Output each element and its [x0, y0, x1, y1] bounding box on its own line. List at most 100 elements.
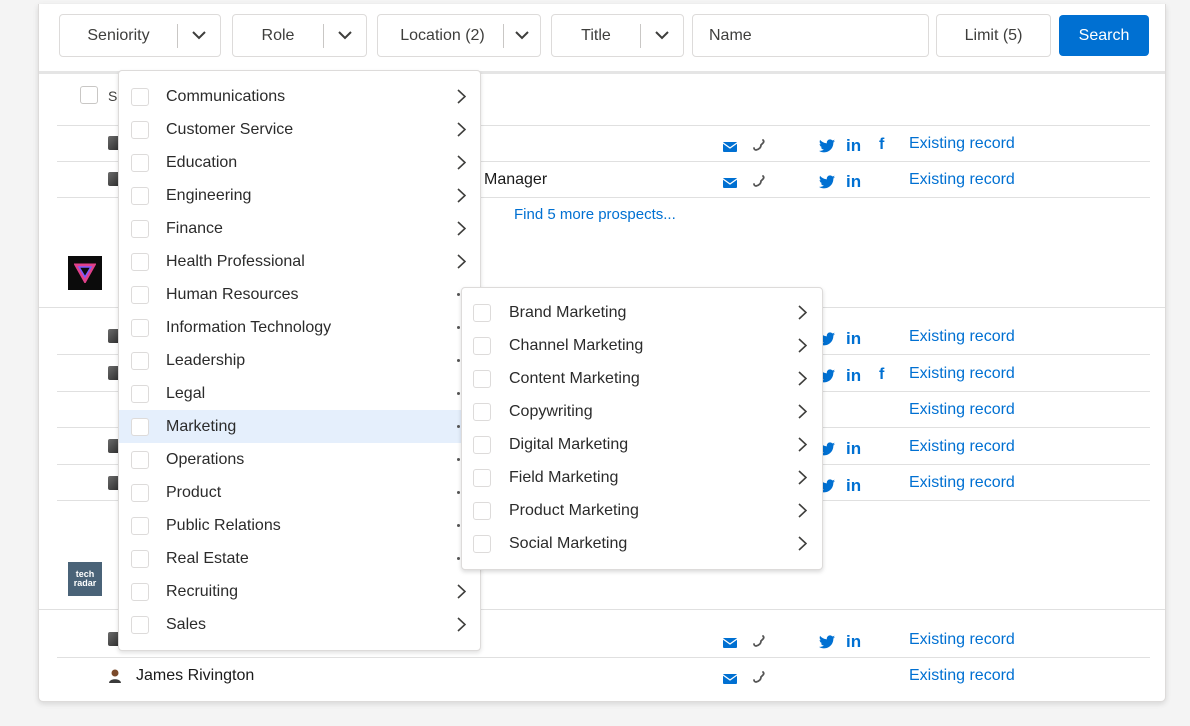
linkedin-icon[interactable]: in [846, 172, 861, 192]
role-option[interactable]: Human Resources [119, 278, 480, 311]
role-option[interactable]: Finance [119, 212, 480, 245]
existing-record-link[interactable]: Existing record [909, 667, 1015, 685]
twitter-icon[interactable] [819, 635, 835, 649]
marketing-option-checkbox[interactable] [473, 435, 491, 454]
chevron-right-icon[interactable] [798, 437, 808, 452]
chevron-down-icon[interactable] [641, 31, 683, 40]
role-option[interactable]: Communications [119, 80, 480, 113]
chevron-right-icon[interactable] [798, 470, 808, 485]
marketing-option[interactable]: Copywriting [462, 395, 822, 428]
role-option[interactable]: Legal [119, 377, 480, 410]
role-option-checkbox[interactable] [131, 351, 149, 370]
role-option[interactable]: Real Estate [119, 542, 480, 575]
role-option-checkbox[interactable] [131, 219, 149, 238]
role-option-checkbox[interactable] [131, 582, 149, 601]
chevron-right-icon[interactable] [457, 221, 467, 236]
role-option[interactable]: Education [119, 146, 480, 179]
existing-record-link[interactable]: Existing record [909, 135, 1015, 153]
seniority-filter[interactable]: Seniority [59, 14, 221, 57]
chevron-right-icon[interactable] [457, 584, 467, 599]
marketing-option-checkbox[interactable] [473, 468, 491, 487]
select-all-checkbox[interactable] [80, 86, 98, 104]
chevron-right-icon[interactable] [798, 371, 808, 386]
marketing-option-checkbox[interactable] [473, 369, 491, 388]
marketing-option-checkbox[interactable] [473, 336, 491, 355]
chevron-right-icon[interactable] [798, 536, 808, 551]
linkedin-icon[interactable]: in [846, 329, 861, 349]
role-option[interactable]: Recruiting [119, 575, 480, 608]
chevron-right-icon[interactable] [798, 305, 808, 320]
email-icon[interactable] [723, 638, 737, 648]
role-option[interactable]: Leadership [119, 344, 480, 377]
phone-icon[interactable] [752, 670, 766, 684]
marketing-option[interactable]: Field Marketing [462, 461, 822, 494]
role-option-checkbox[interactable] [131, 153, 149, 172]
role-option[interactable]: Engineering [119, 179, 480, 212]
role-option-checkbox[interactable] [131, 120, 149, 139]
role-option-checkbox[interactable] [131, 483, 149, 502]
marketing-option[interactable]: Brand Marketing [462, 296, 822, 329]
chevron-right-icon[interactable] [457, 254, 467, 269]
role-option-checkbox[interactable] [131, 384, 149, 403]
role-option-checkbox[interactable] [131, 87, 149, 106]
marketing-option-checkbox[interactable] [473, 534, 491, 553]
email-icon[interactable] [723, 674, 737, 684]
chevron-right-icon[interactable] [457, 617, 467, 632]
title-filter[interactable]: Title [551, 14, 684, 57]
role-option-checkbox[interactable] [131, 252, 149, 271]
phone-icon[interactable] [752, 174, 766, 188]
name-input[interactable] [692, 14, 929, 57]
existing-record-link[interactable]: Existing record [909, 474, 1015, 492]
marketing-option[interactable]: Content Marketing [462, 362, 822, 395]
role-option-checkbox[interactable] [131, 549, 149, 568]
role-option-checkbox[interactable] [131, 186, 149, 205]
existing-record-link[interactable]: Existing record [909, 631, 1015, 649]
linkedin-icon[interactable]: in [846, 136, 861, 156]
twitter-icon[interactable] [819, 175, 835, 189]
linkedin-icon[interactable]: in [846, 366, 861, 386]
role-option[interactable]: Public Relations [119, 509, 480, 542]
chevron-down-icon[interactable] [178, 31, 220, 40]
role-option[interactable]: Information Technology [119, 311, 480, 344]
role-option-checkbox[interactable] [131, 516, 149, 535]
marketing-option[interactable]: Digital Marketing [462, 428, 822, 461]
role-filter[interactable]: Role [232, 14, 367, 57]
role-option[interactable]: Marketing [119, 410, 480, 443]
phone-icon[interactable] [752, 138, 766, 152]
role-option[interactable]: Operations [119, 443, 480, 476]
chevron-right-icon[interactable] [457, 188, 467, 203]
email-icon[interactable] [723, 178, 737, 188]
chevron-right-icon[interactable] [457, 89, 467, 104]
chevron-down-icon[interactable] [504, 31, 540, 40]
marketing-option[interactable]: Product Marketing [462, 494, 822, 527]
chevron-down-icon[interactable] [324, 31, 366, 40]
location-filter[interactable]: Location (2) [377, 14, 541, 57]
linkedin-icon[interactable]: in [846, 476, 861, 496]
role-option-checkbox[interactable] [131, 285, 149, 304]
marketing-option[interactable]: Channel Marketing [462, 329, 822, 362]
role-option-checkbox[interactable] [131, 417, 149, 436]
email-icon[interactable] [723, 142, 737, 152]
existing-record-link[interactable]: Existing record [909, 438, 1015, 456]
facebook-icon[interactable]: f [879, 136, 884, 154]
role-option-checkbox[interactable] [131, 615, 149, 634]
existing-record-link[interactable]: Existing record [909, 328, 1015, 346]
chevron-right-icon[interactable] [457, 122, 467, 137]
existing-record-link[interactable]: Existing record [909, 365, 1015, 383]
role-option-checkbox[interactable] [131, 450, 149, 469]
marketing-option-checkbox[interactable] [473, 303, 491, 322]
role-option[interactable]: Product [119, 476, 480, 509]
existing-record-link[interactable]: Existing record [909, 401, 1015, 419]
marketing-option-checkbox[interactable] [473, 501, 491, 520]
chevron-right-icon[interactable] [798, 338, 808, 353]
chevron-right-icon[interactable] [798, 404, 808, 419]
role-option[interactable]: Health Professional [119, 245, 480, 278]
find-more-prospects-link[interactable]: Find 5 more prospects... [514, 206, 676, 223]
role-option-checkbox[interactable] [131, 318, 149, 337]
prospect-name[interactable]: James Rivington [136, 667, 254, 685]
existing-record-link[interactable]: Existing record [909, 171, 1015, 189]
linkedin-icon[interactable]: in [846, 439, 861, 459]
twitter-icon[interactable] [819, 139, 835, 153]
limit-selector[interactable]: Limit (5) [936, 14, 1051, 57]
phone-icon[interactable] [752, 634, 766, 648]
